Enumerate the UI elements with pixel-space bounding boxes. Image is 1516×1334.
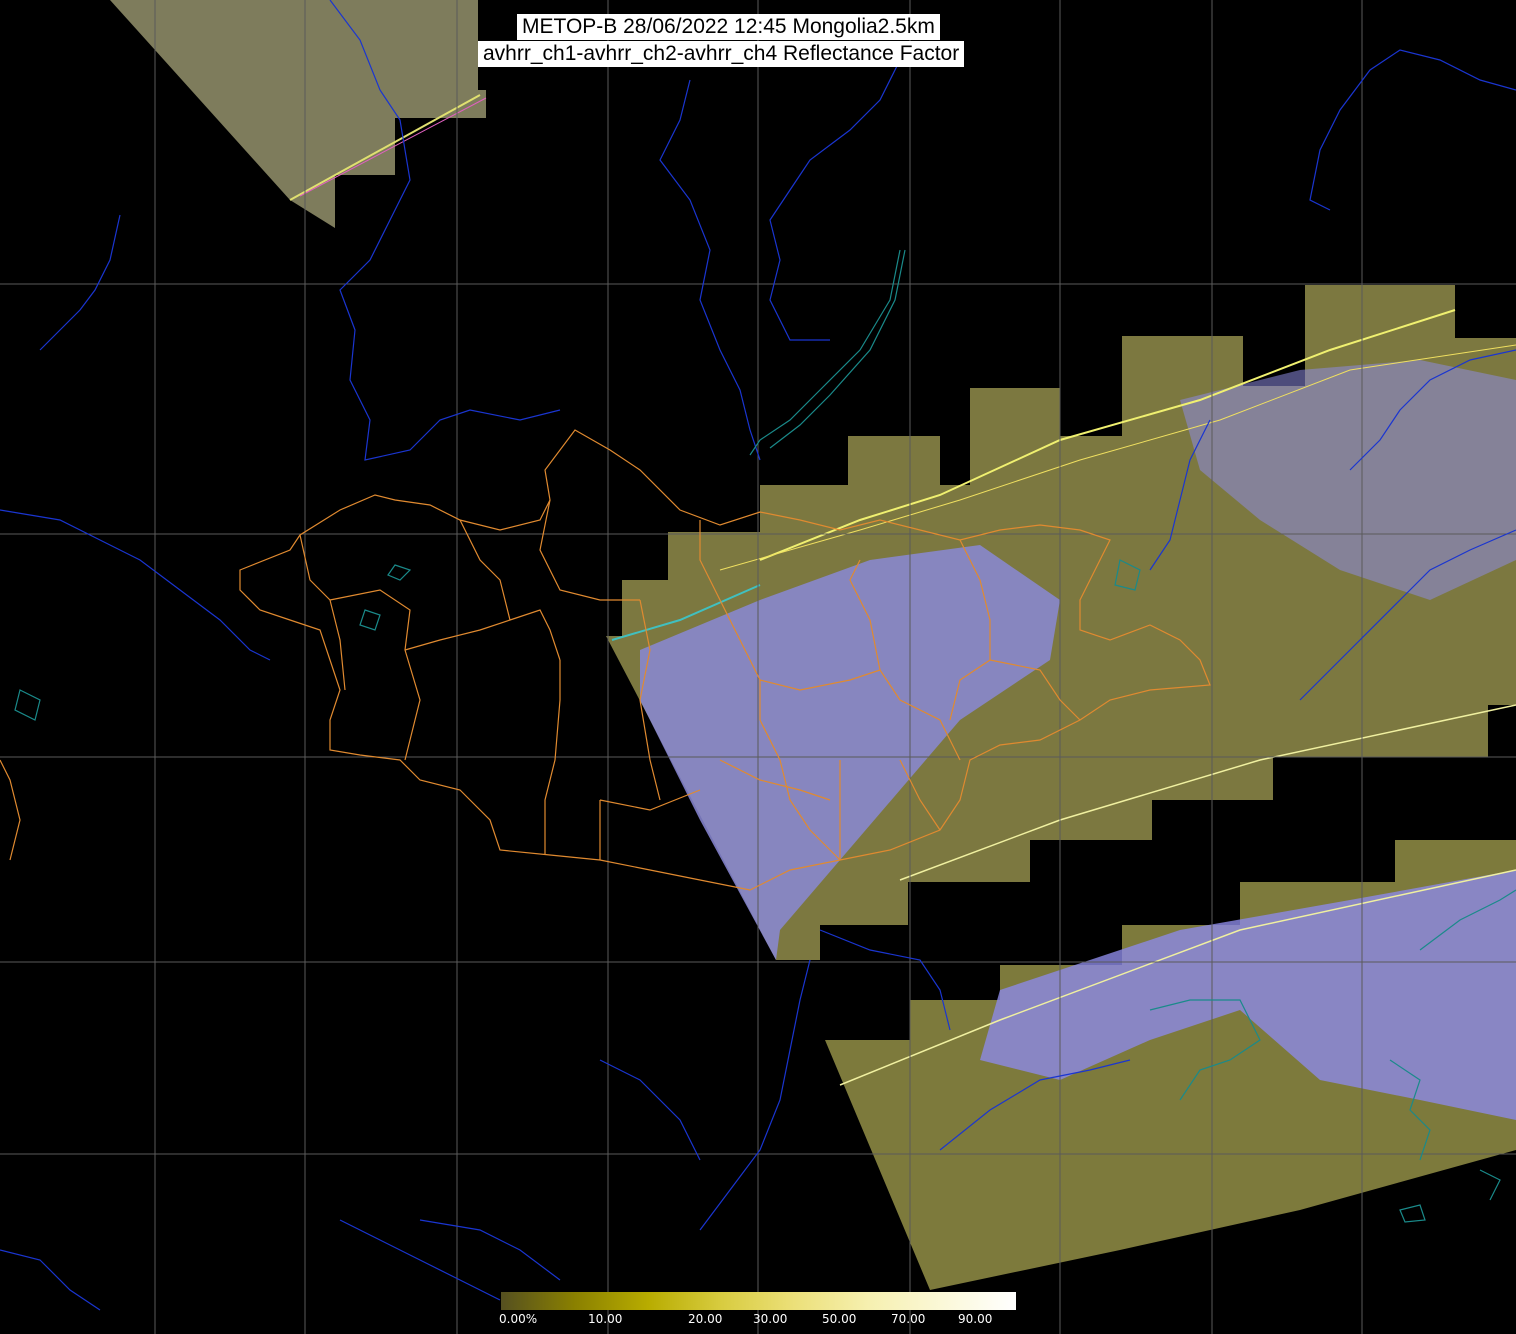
colorbar-label-10: 10.00	[588, 1312, 623, 1326]
colorbar-label-20: 20.00	[688, 1312, 723, 1326]
colorbar-label-90: 90.00	[958, 1312, 993, 1326]
colorbar-label-30: 30.00	[753, 1312, 788, 1326]
colorbar-label-0: 0.00%	[499, 1312, 538, 1326]
map-title-line2: avhrr_ch1-avhrr_ch2-avhrr_ch4 Reflectanc…	[478, 41, 965, 67]
colorbar-label-50: 50.00	[822, 1312, 857, 1326]
colorbar-label-70: 70.00	[891, 1312, 926, 1326]
map-title-line1: METOP-B 28/06/2022 12:45 Mongolia2.5km	[517, 14, 940, 40]
satellite-map	[0, 0, 1516, 1334]
colorbar	[501, 1292, 1016, 1310]
